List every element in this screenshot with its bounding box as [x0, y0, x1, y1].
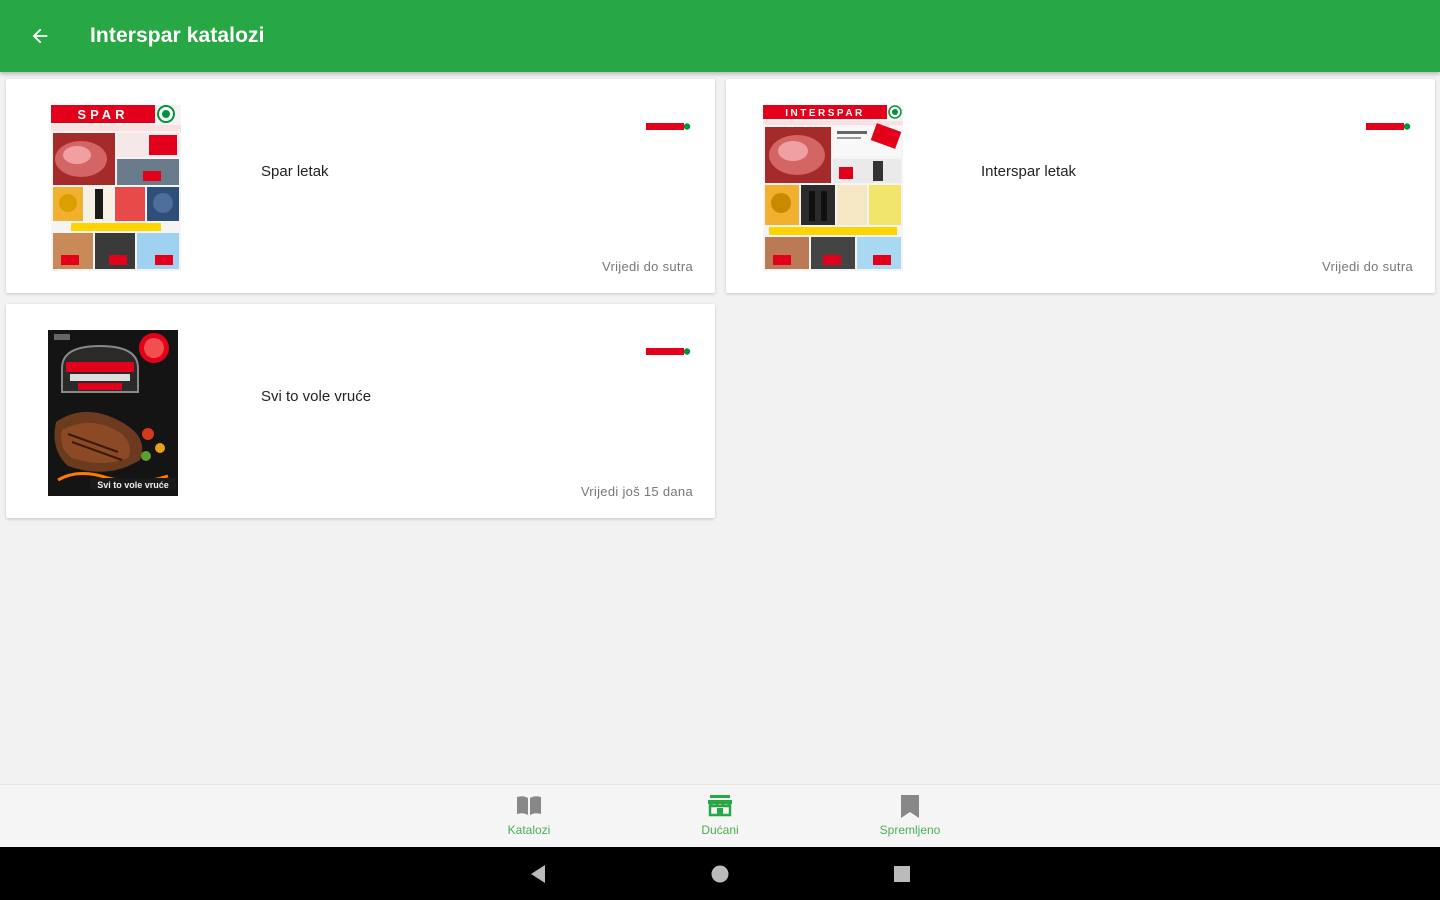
interspar-logo	[646, 123, 691, 130]
nav-item-ducani[interactable]: Dućani	[660, 785, 780, 848]
catalog-title: Svi to vole vruće	[261, 388, 372, 405]
svg-text:Svi to vole vruće: Svi to vole vruće	[97, 480, 169, 490]
app-bar: Interspar katalozi	[0, 0, 1440, 72]
book-open-icon	[517, 796, 541, 815]
catalog-title: Interspar letak	[981, 163, 1077, 180]
catalog-cover-image: Svi to vole vruće	[48, 330, 178, 496]
catalog-card-spar[interactable]: SPAR Spar letak Vrijedi do sutra	[6, 79, 715, 293]
nav-label: Katalozi	[507, 823, 551, 837]
nav-item-spremljeno[interactable]: Spremljeno	[850, 785, 970, 848]
catalog-card-bbq[interactable]: Svi to vole vruće Svi to vole vruće Vrij…	[6, 304, 715, 518]
interspar-logo	[646, 348, 691, 355]
store-icon	[708, 795, 732, 817]
validity-text: Vrijedi još 15 dana	[580, 484, 693, 499]
interspar-logo	[1366, 123, 1411, 130]
nav-item-katalozi[interactable]: Katalozi	[469, 785, 589, 848]
validity-text: Vrijedi do sutra	[1321, 259, 1413, 274]
catalog-title: Spar letak	[261, 163, 329, 180]
square-recents-icon	[894, 866, 910, 882]
back-button[interactable]	[20, 16, 60, 56]
catalog-card-interspar[interactable]: INTERSPAR Interspar letak Vrijedi do sut…	[726, 79, 1435, 293]
system-home-button[interactable]	[707, 861, 733, 887]
validity-text: Vrijedi do sutra	[601, 259, 693, 274]
system-back-button[interactable]	[525, 861, 551, 887]
cover-brand-text: INTERSPAR	[785, 108, 865, 119]
page-title: Interspar katalozi	[90, 24, 265, 47]
catalog-cover-image: SPAR	[51, 105, 181, 271]
nav-label: Spremljeno	[879, 823, 941, 837]
catalog-list: SPAR Spar letak Vrijedi do sutra INTERSP…	[0, 72, 1440, 784]
arrow-back-icon	[32, 28, 48, 44]
bookmark-icon	[901, 795, 919, 818]
system-recents-button[interactable]	[889, 861, 915, 887]
system-navigation-bar	[0, 847, 1440, 900]
nav-label: Dućani	[701, 823, 739, 837]
catalog-cover-image: INTERSPAR	[763, 105, 903, 271]
bottom-navigation: Katalozi Dućani Spremljeno	[0, 784, 1440, 847]
circle-home-icon	[711, 865, 729, 883]
triangle-back-icon	[531, 865, 545, 883]
cover-brand-text: SPAR	[77, 107, 128, 122]
